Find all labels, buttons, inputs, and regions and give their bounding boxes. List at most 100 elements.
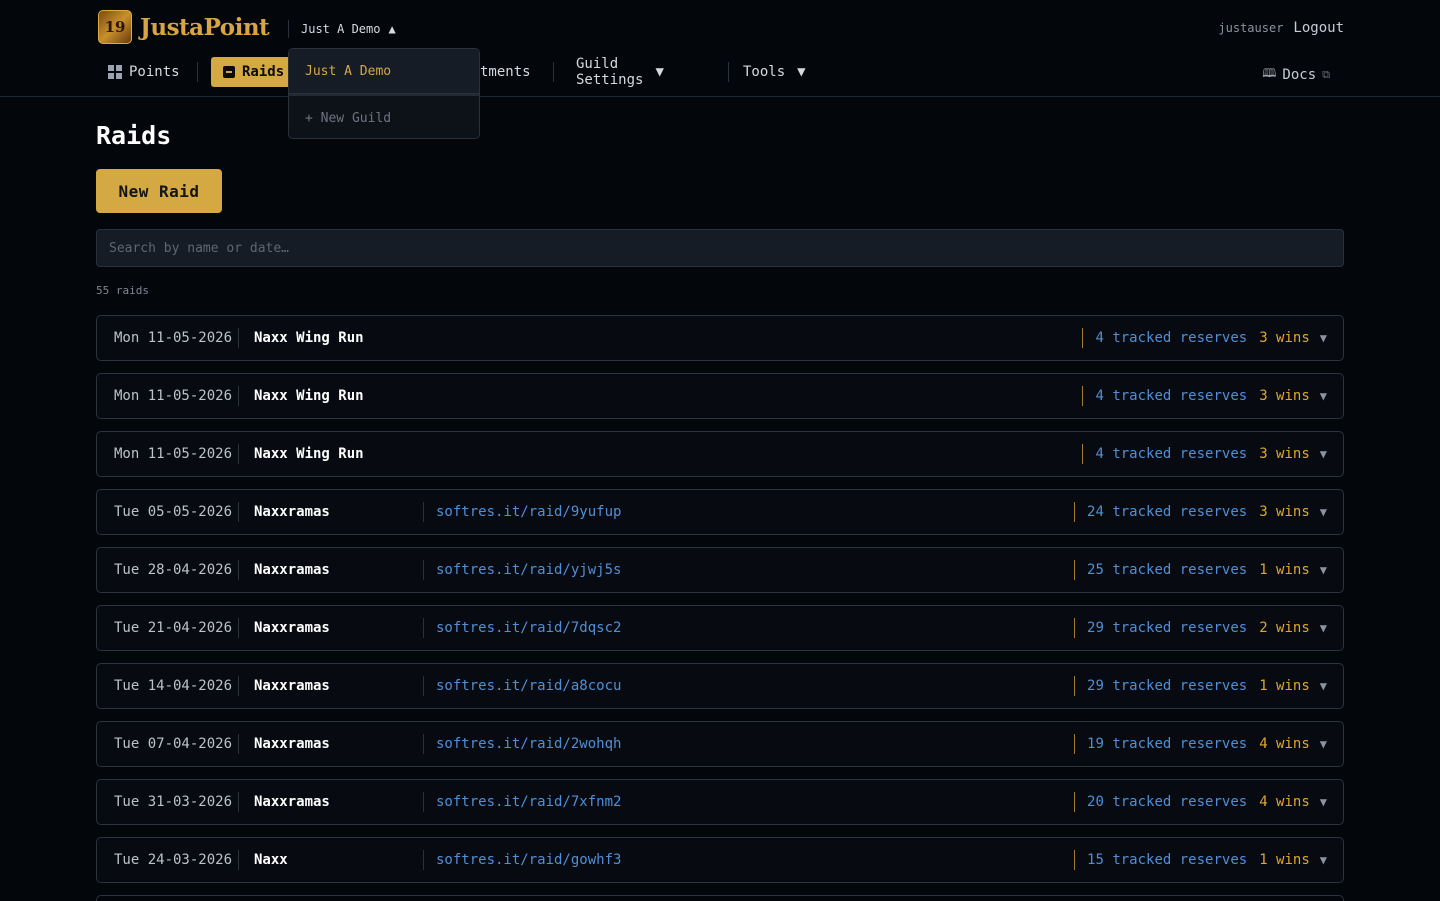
raid-name: Naxxramas [254, 794, 330, 810]
softres-link[interactable]: softres.it/raid/a8cocu [436, 664, 621, 708]
chevron-down-icon[interactable]: ▼ [1320, 331, 1327, 345]
softres-link[interactable]: softres.it/raid/2wohqh [436, 722, 621, 766]
softres-link[interactable]: softres.it/raid/yjwj5s [436, 548, 621, 592]
new-guild-option[interactable]: + New Guild [289, 96, 479, 138]
raid-stats: 29 tracked reserves 1 wins ▼ [1074, 664, 1327, 708]
wins-count: 1 wins [1259, 678, 1310, 694]
nav-divider [197, 62, 198, 82]
chevron-down-icon[interactable]: ▼ [1320, 795, 1327, 809]
docs-link[interactable]: 🕮 Docs ⧉ [1262, 64, 1330, 85]
raid-name: Naxxramas [254, 736, 330, 752]
nav-item-points-label: Points [129, 64, 180, 80]
chevron-down-icon[interactable]: ▼ [1320, 505, 1327, 519]
tracked-reserves: 4 tracked reserves [1095, 388, 1248, 404]
user-menu: justauser Logout [1218, 20, 1344, 36]
raid-row[interactable]: Tue 07-04-2026 Naxxramas softres.it/raid… [96, 721, 1344, 767]
guild-option[interactable]: Just A Demo [289, 49, 479, 94]
raid-name: Naxx Wing Run [254, 388, 364, 404]
raid-name: Naxx Wing Run [254, 330, 364, 346]
chevron-down-icon[interactable]: ▼ [1320, 621, 1327, 635]
row-divider [423, 792, 424, 812]
raid-row[interactable]: Tue 21-04-2026 Naxxramas softres.it/raid… [96, 605, 1344, 651]
raid-row[interactable] [96, 895, 1344, 901]
row-divider [423, 850, 424, 870]
wins-count: 4 wins [1259, 736, 1310, 752]
row-divider [238, 676, 239, 696]
wins-count: 3 wins [1259, 388, 1310, 404]
tracked-reserves: 29 tracked reserves [1087, 620, 1248, 636]
nav-item-adjustments[interactable]: tments [480, 57, 531, 87]
row-divider [1082, 386, 1084, 406]
row-divider [238, 850, 239, 870]
row-divider [423, 734, 424, 754]
raid-date: Tue 14-04-2026 [114, 678, 233, 694]
chevron-down-icon[interactable]: ▼ [1320, 447, 1327, 461]
raid-row[interactable]: Tue 24-03-2026 Naxx softres.it/raid/gowh… [96, 837, 1344, 883]
raid-row[interactable]: Mon 11-05-2026 Naxx Wing Run 4 tracked r… [96, 373, 1344, 419]
softres-link[interactable]: softres.it/raid/7dqsc2 [436, 606, 621, 650]
nav-item-tools[interactable]: Tools ▼ [743, 57, 806, 87]
chevron-down-icon: ▼ [655, 64, 664, 80]
tracked-reserves: 4 tracked reserves [1095, 330, 1248, 346]
raid-date: Tue 28-04-2026 [114, 562, 233, 578]
raid-stats: 19 tracked reserves 4 wins ▼ [1074, 722, 1327, 766]
softres-link[interactable]: softres.it/raid/gowhf3 [436, 838, 621, 882]
wins-count: 4 wins [1259, 794, 1310, 810]
logo-emblem-icon: 19 [98, 10, 132, 44]
softres-link[interactable]: softres.it/raid/7xfnm2 [436, 780, 621, 824]
raid-name: Naxxramas [254, 562, 330, 578]
tracked-reserves: 25 tracked reserves [1087, 562, 1248, 578]
chevron-down-icon[interactable]: ▼ [1320, 389, 1327, 403]
raid-name: Naxxramas [254, 678, 330, 694]
docs-label: Docs [1282, 66, 1317, 83]
row-divider [238, 560, 239, 580]
row-divider [1074, 502, 1076, 522]
row-divider [1082, 444, 1084, 464]
chevron-down-icon[interactable]: ▼ [1320, 853, 1327, 867]
tracked-reserves: 24 tracked reserves [1087, 504, 1248, 520]
wins-count: 1 wins [1259, 562, 1310, 578]
nav-item-points[interactable]: Points [108, 57, 180, 87]
logout-link[interactable]: Logout [1293, 20, 1344, 36]
raid-row[interactable]: Mon 11-05-2026 Naxx Wing Run 4 tracked r… [96, 315, 1344, 361]
row-divider [423, 560, 424, 580]
row-divider [1082, 328, 1084, 348]
guild-dropdown-menu: Just A Demo + New Guild [288, 48, 480, 139]
guild-selector-label: Just A Demo [301, 22, 381, 36]
nav-item-tools-label: Tools [743, 64, 786, 80]
logo-text: JustaPoint [140, 13, 270, 41]
raid-row[interactable]: Tue 14-04-2026 Naxxramas softres.it/raid… [96, 663, 1344, 709]
nav-item-raids[interactable]: Raids [211, 57, 297, 87]
row-divider [1074, 676, 1076, 696]
raid-date: Tue 21-04-2026 [114, 620, 233, 636]
raid-stats: 24 tracked reserves 3 wins ▼ [1074, 490, 1327, 534]
raid-row[interactable]: Mon 11-05-2026 Naxx Wing Run 4 tracked r… [96, 431, 1344, 477]
nav-item-guild-settings[interactable]: Guild Settings ▼ [576, 56, 664, 88]
search-input[interactable] [96, 229, 1344, 267]
chevron-down-icon[interactable]: ▼ [1320, 679, 1327, 693]
raid-name: Naxx [254, 852, 288, 868]
raid-name: Naxxramas [254, 504, 330, 520]
guild-selector[interactable]: Just A Demo ▲ [288, 20, 396, 38]
tracked-reserves: 19 tracked reserves [1087, 736, 1248, 752]
row-divider [1074, 734, 1076, 754]
page-title: Raids [96, 121, 172, 150]
raid-row[interactable]: Tue 28-04-2026 Naxxramas softres.it/raid… [96, 547, 1344, 593]
raid-row[interactable]: Tue 05-05-2026 Naxxramas softres.it/raid… [96, 489, 1344, 535]
raid-row[interactable]: Tue 31-03-2026 Naxxramas softres.it/raid… [96, 779, 1344, 825]
chevron-down-icon[interactable]: ▼ [1320, 563, 1327, 577]
row-divider [238, 502, 239, 522]
row-divider [423, 618, 424, 638]
raid-date: Mon 11-05-2026 [114, 446, 233, 462]
raid-stats: 29 tracked reserves 2 wins ▼ [1074, 606, 1327, 650]
softres-link[interactable]: softres.it/raid/9yufup [436, 490, 621, 534]
new-raid-button[interactable]: New Raid [96, 169, 222, 213]
row-divider [1074, 850, 1076, 870]
row-divider [238, 734, 239, 754]
wins-count: 1 wins [1259, 852, 1310, 868]
raid-date: Tue 24-03-2026 [114, 852, 233, 868]
raid-date: Tue 31-03-2026 [114, 794, 233, 810]
app-logo[interactable]: 19 JustaPoint [98, 10, 270, 44]
wins-count: 3 wins [1259, 330, 1310, 346]
chevron-down-icon[interactable]: ▼ [1320, 737, 1327, 751]
